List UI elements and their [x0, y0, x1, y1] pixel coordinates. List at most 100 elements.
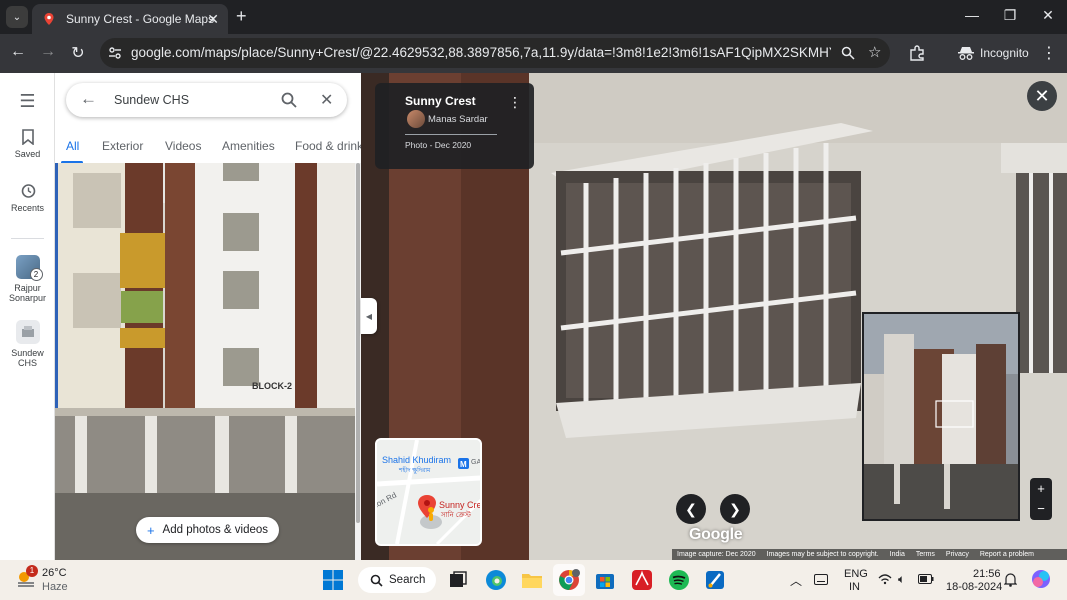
region-link[interactable]: India	[890, 551, 905, 558]
recent-place-sundew-chs[interactable]: Sundew CHS	[0, 320, 55, 368]
extensions-icon[interactable]	[908, 44, 926, 62]
new-tab-button[interactable]: +	[236, 7, 247, 25]
volume-icon[interactable]: 🔈︎	[898, 572, 905, 587]
forward-arrow-icon[interactable]: →	[38, 43, 58, 61]
clock-time[interactable]: 21:56	[973, 568, 1001, 580]
zoom-in-button[interactable]: +	[1030, 478, 1052, 499]
show-hidden-icons-chevron[interactable]: ︿	[790, 572, 802, 589]
copilot-icon[interactable]	[1030, 568, 1052, 590]
zoom-icon[interactable]	[841, 46, 855, 60]
wifi-icon[interactable]	[878, 574, 892, 585]
add-photos-label: Add photos & videos	[162, 524, 269, 536]
minimize-window-button[interactable]: —	[962, 7, 982, 23]
report-problem-link[interactable]: Report a problem	[980, 551, 1034, 558]
building-photo-thumbnail[interactable]: BLOCK-2	[55, 163, 355, 560]
terms-link[interactable]: Terms	[916, 551, 935, 558]
copyright-notice: Images may be subject to copyright.	[766, 551, 879, 558]
previous-photo-button[interactable]: ❮	[676, 494, 706, 524]
photo-category-tabs: All Exterior Videos Amenities Food & dri…	[55, 133, 363, 164]
site-info-icon[interactable]	[108, 46, 122, 60]
google-maps-favicon	[44, 13, 54, 25]
reload-icon[interactable]: ↻	[68, 43, 88, 63]
microsoft-store-icon[interactable]	[593, 568, 617, 592]
edge-browser-icon[interactable]	[484, 568, 508, 592]
place-name[interactable]: Sunny Crest	[405, 94, 476, 108]
chrome-incognito-icon[interactable]	[557, 568, 581, 592]
place-thumbnail: 2	[15, 255, 43, 281]
more-options-icon[interactable]: ⋮	[508, 94, 522, 111]
back-arrow-icon[interactable]: ←	[80, 89, 97, 109]
address-bar[interactable]: google.com/maps/place/Sunny+Crest/@22.46…	[100, 38, 890, 68]
weather-widget[interactable]: 1	[15, 565, 38, 590]
clock-date[interactable]: 18-08-2024	[946, 581, 1002, 593]
map-label-sunny-crest-bn: সানি ক্রেস্ট	[440, 510, 471, 519]
zoom-controls: + −	[1030, 478, 1052, 520]
next-photo-button[interactable]: ❯	[720, 494, 750, 524]
input-region[interactable]: IN	[849, 581, 860, 593]
viewer-footer: Image capture: Dec 2020 Images may be su…	[672, 549, 1067, 560]
adobe-acrobat-icon[interactable]	[630, 568, 654, 592]
collapse-panel-button[interactable]: ◀	[361, 298, 377, 334]
temperature[interactable]: 26°C	[42, 567, 67, 579]
close-tab-icon[interactable]: ✕	[207, 11, 219, 28]
url-text: google.com/maps/place/Sunny+Crest/@22.46…	[131, 45, 831, 60]
mini-map[interactable]: Shahid Khudiram শহীদ ক্ষুদিরাম M GA tion…	[375, 438, 482, 546]
menu-button[interactable]: ☰	[0, 91, 55, 115]
map-label-shahid-khudiram: Shahid Khudiram	[382, 455, 451, 465]
tab-amenities[interactable]: Amenities	[222, 139, 275, 153]
recents-button[interactable]: Recents	[0, 183, 55, 213]
keyboard-icon[interactable]	[814, 574, 828, 585]
tab-exterior[interactable]: Exterior	[102, 139, 143, 153]
incognito-indicator[interactable]: Incognito	[948, 40, 1039, 66]
hamburger-menu-icon: ☰	[19, 91, 36, 111]
bookmark-star-icon[interactable]: ☆	[868, 43, 881, 61]
tab-title: Sunny Crest - Google Maps	[66, 12, 215, 26]
maps-left-rail: ☰ Saved Recents 2 Rajpur Sonarpur Sundew…	[0, 73, 55, 560]
weather-condition[interactable]: Haze	[42, 581, 68, 593]
browser-tab-active[interactable]: Sunny Crest - Google Maps ✕	[32, 4, 228, 34]
rail-divider	[11, 238, 44, 239]
restore-window-button[interactable]: ❐	[1000, 7, 1020, 24]
incognito-icon	[958, 47, 974, 60]
clear-search-icon[interactable]: ✕	[320, 90, 333, 110]
author-name[interactable]: Manas Sardar	[428, 114, 488, 125]
recent-place-rajpur-sonarpur[interactable]: 2 Rajpur Sonarpur	[0, 255, 55, 303]
scrollbar-thumb[interactable]	[356, 163, 360, 523]
input-language[interactable]: ENG	[844, 568, 868, 580]
windows-start-icon[interactable]	[321, 568, 345, 592]
search-input[interactable]: Sundew CHS	[114, 93, 189, 107]
saved-button[interactable]: Saved	[0, 129, 55, 159]
recent-place-1-line2: Sonarpur	[8, 293, 47, 303]
author-avatar[interactable]	[407, 110, 425, 128]
task-view-icon[interactable]	[446, 568, 470, 592]
paint-app-icon[interactable]	[703, 568, 727, 592]
tab-search-button[interactable]: ⌄	[6, 6, 28, 28]
file-explorer-icon[interactable]	[520, 568, 544, 592]
taskbar-search[interactable]: Search	[358, 567, 436, 593]
card-divider	[405, 134, 497, 135]
privacy-link[interactable]: Privacy	[946, 551, 969, 558]
search-icon	[370, 574, 383, 587]
browser-tab-strip: ⌄ Sunny Crest - Google Maps ✕ + — ❐ ✕	[0, 0, 1067, 34]
tab-all[interactable]: All	[66, 139, 79, 153]
battery-icon[interactable]	[918, 574, 934, 584]
zoom-out-button[interactable]: −	[1030, 499, 1052, 520]
close-viewer-button[interactable]: ✕	[1027, 81, 1057, 111]
chrome-menu-icon[interactable]: ⋮	[1039, 43, 1059, 63]
close-window-button[interactable]: ✕	[1038, 7, 1058, 24]
notification-bell-icon[interactable]	[1004, 572, 1017, 587]
tab-food-drink[interactable]: Food & drink	[295, 139, 363, 153]
add-photos-button[interactable]: + Add photos & videos	[136, 517, 279, 543]
weather-badge: 1	[26, 565, 38, 577]
search-box[interactable]: ← Sundew CHS ✕	[66, 83, 347, 117]
saved-label: Saved	[14, 149, 41, 159]
back-arrow-icon[interactable]: ←	[8, 43, 28, 61]
search-icon[interactable]	[281, 92, 297, 108]
photo-overview-thumbnail[interactable]	[862, 312, 1020, 521]
recent-place-2-line1: Sundew	[11, 348, 44, 358]
building-icon	[21, 326, 34, 337]
map-label-ga: GA	[471, 459, 481, 466]
spotify-icon[interactable]	[667, 568, 691, 592]
google-logo: Google	[689, 526, 743, 543]
tab-videos[interactable]: Videos	[165, 139, 201, 153]
